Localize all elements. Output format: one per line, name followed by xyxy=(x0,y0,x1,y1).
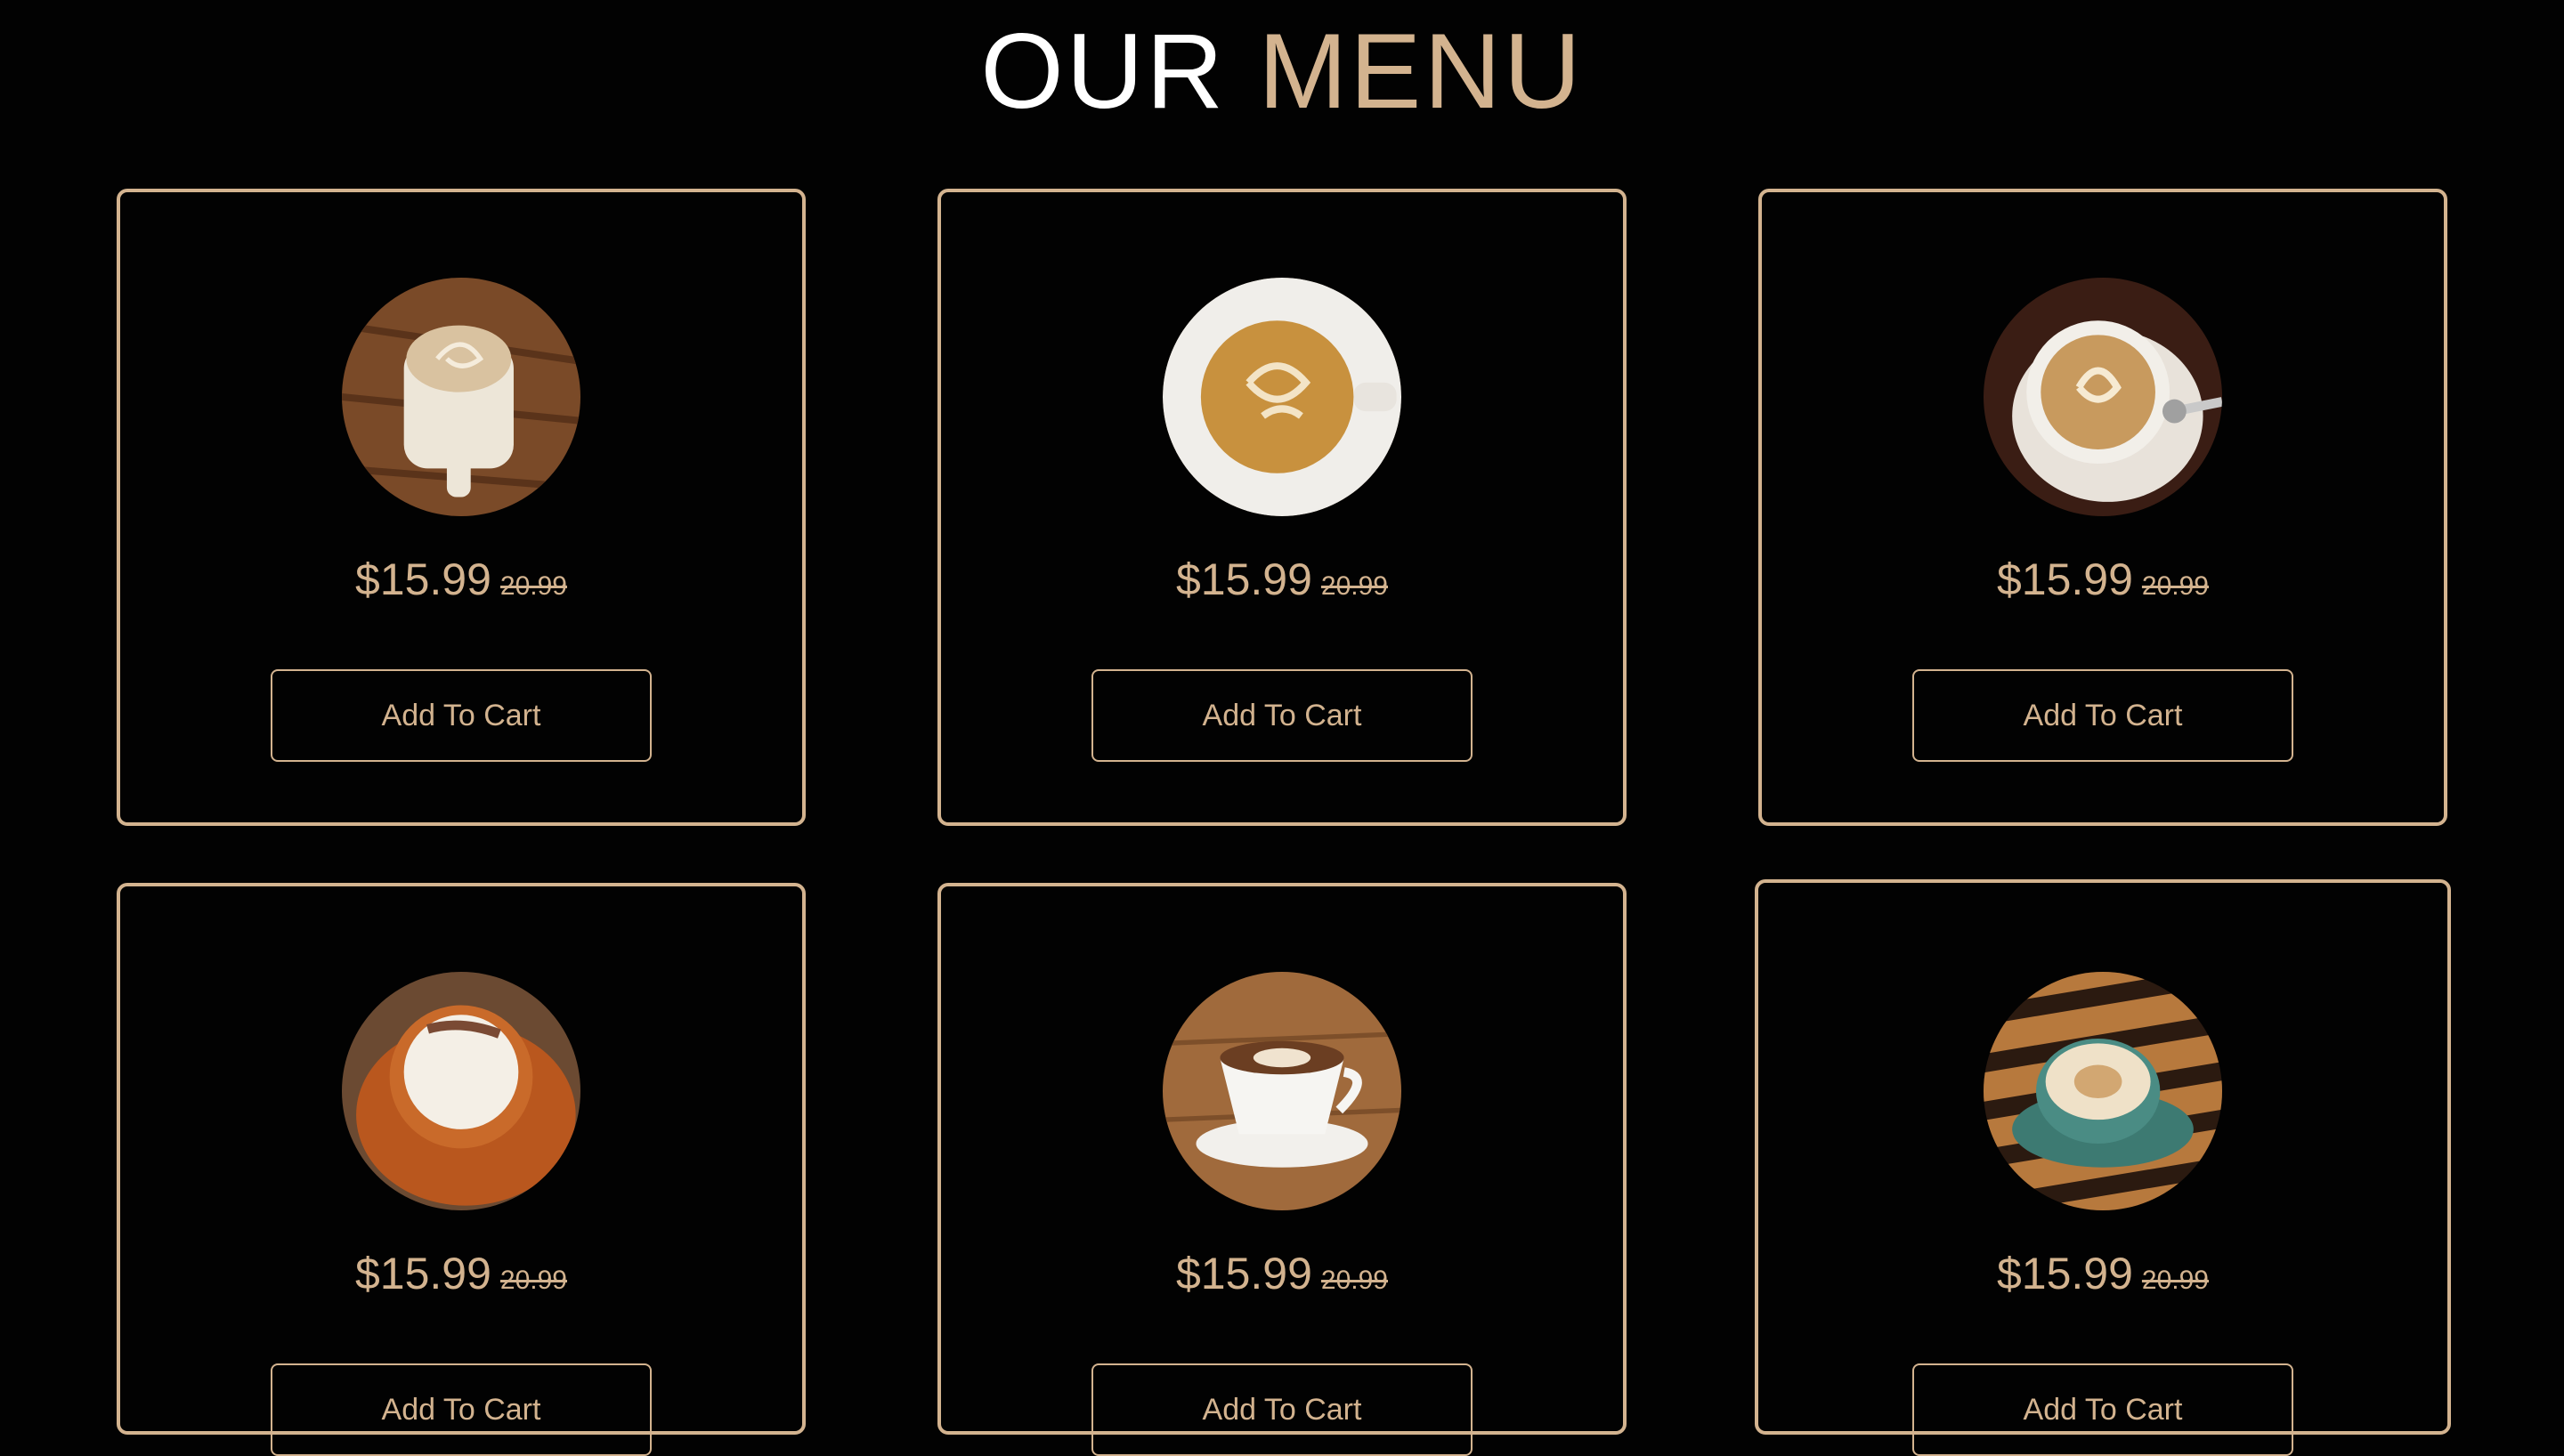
current-price: $15.99 xyxy=(354,1249,491,1298)
price: $15.99 20.99 xyxy=(941,1242,1623,1312)
add-to-cart-button[interactable]: Add To Cart xyxy=(1091,669,1473,762)
page-title-second: MENU xyxy=(1258,12,1584,131)
old-price: 20.99 xyxy=(2141,571,2209,601)
menu-card: $15.99 20.99 Add To Cart xyxy=(117,189,806,826)
menu-card: $15.99 20.99 Add To Cart xyxy=(937,189,1627,826)
price: $15.99 20.99 xyxy=(120,1242,802,1312)
coffee-image xyxy=(1163,972,1401,1210)
current-price: $15.99 xyxy=(1175,1249,1312,1298)
add-to-cart-button[interactable]: Add To Cart xyxy=(271,669,652,762)
menu-card: $15.99 20.99 Add To Cart xyxy=(1758,189,2447,826)
current-price: $15.99 xyxy=(1996,1249,2133,1298)
page-title-first: OUR xyxy=(980,12,1226,131)
old-price: 20.99 xyxy=(499,1266,567,1295)
current-price: $15.99 xyxy=(1175,554,1312,604)
old-price: 20.99 xyxy=(1320,571,1388,601)
current-price: $15.99 xyxy=(1996,554,2133,604)
old-price: 20.99 xyxy=(2141,1266,2209,1295)
add-to-cart-button[interactable]: Add To Cart xyxy=(271,1363,652,1456)
price: $15.99 20.99 xyxy=(120,548,802,618)
add-to-cart-button[interactable]: Add To Cart xyxy=(1912,1363,2293,1456)
current-price: $15.99 xyxy=(354,554,491,604)
coffee-image xyxy=(1163,278,1401,516)
add-to-cart-button[interactable]: Add To Cart xyxy=(1912,669,2293,762)
coffee-image xyxy=(342,278,580,516)
price: $15.99 20.99 xyxy=(941,548,1623,618)
price: $15.99 20.99 xyxy=(1758,1242,2447,1312)
menu-card: $15.99 20.99 Add To Cart xyxy=(1755,879,2451,1456)
coffee-image xyxy=(1984,972,2222,1210)
coffee-image xyxy=(1984,278,2222,516)
coffee-image xyxy=(342,972,580,1210)
menu-card: $15.99 20.99 Add To Cart xyxy=(937,883,1627,1456)
old-price: 20.99 xyxy=(499,571,567,601)
page-title: OUR MENU xyxy=(0,18,2564,125)
add-to-cart-button[interactable]: Add To Cart xyxy=(1091,1363,1473,1456)
menu-card: $15.99 20.99 Add To Cart xyxy=(117,883,806,1456)
price: $15.99 20.99 xyxy=(1762,548,2444,618)
old-price: 20.99 xyxy=(1320,1266,1388,1295)
